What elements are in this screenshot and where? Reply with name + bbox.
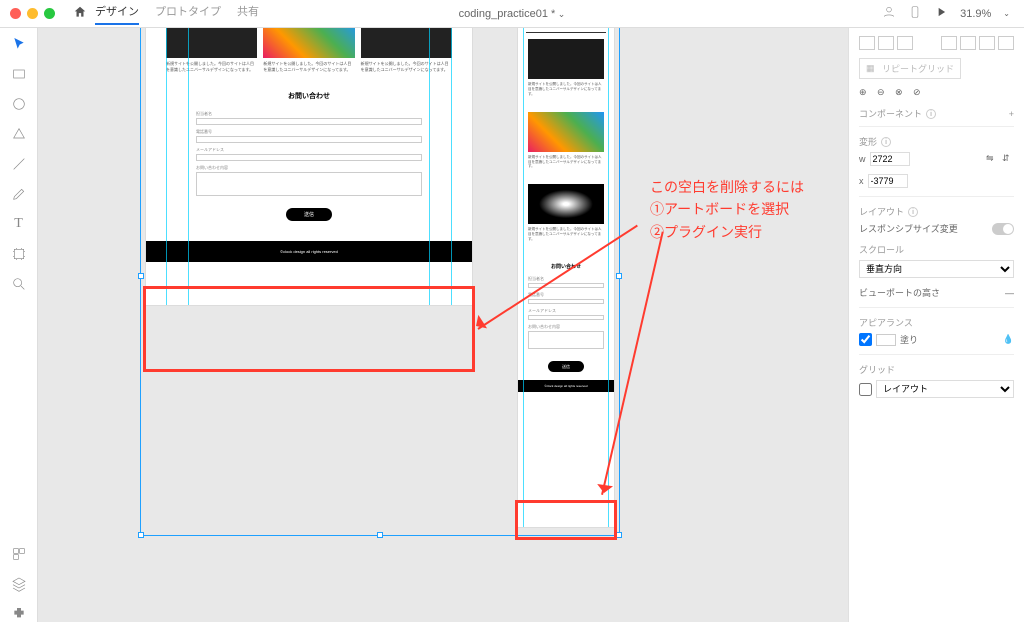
zoom-chevron-icon[interactable]: ⌄ [1003,9,1010,18]
properties-panel: ▦ リピートグリッド ⊕ ⊖ ⊗ ⊘ コンポーネントi+ 変形i w ⇋ ⇵ x… [848,28,1024,622]
info-icon[interactable]: i [908,207,918,217]
exclude-boolean-icon[interactable]: ⊘ [913,87,925,99]
repeat-grid-icon: ▦ [866,63,878,75]
maximize-window-icon[interactable] [44,8,55,19]
play-icon[interactable] [934,5,948,22]
zoom-level[interactable]: 31.9% [960,8,991,20]
info-icon[interactable]: i [926,109,936,119]
align-left-icon[interactable] [941,36,957,50]
mode-tabs: デザイン プロトタイプ 共有 [95,3,259,25]
layers-icon[interactable] [11,576,27,592]
scroll-select[interactable]: 垂直方向 [859,260,1014,278]
subtract-boolean-icon[interactable]: ⊖ [877,87,889,99]
flip-v-icon[interactable]: ⇵ [1002,153,1014,165]
width-input[interactable] [870,152,910,166]
minimize-window-icon[interactable] [27,8,38,19]
polygon-tool-icon[interactable] [11,126,27,142]
align-bottom-icon[interactable] [897,36,913,50]
responsive-label: レスポンシブサイズ変更 [859,222,958,235]
plugins-icon[interactable] [11,606,27,622]
home-icon[interactable] [73,5,87,22]
distribute-icon[interactable] [998,36,1014,50]
mobile-preview-icon[interactable] [908,5,922,22]
document-title[interactable]: coding_practice01 * [459,8,566,20]
left-toolbar: T [0,28,38,622]
rectangle-tool-icon[interactable] [11,66,27,82]
repeat-grid-button[interactable]: ▦ リピートグリッド [859,58,961,79]
fill-checkbox[interactable] [859,333,872,346]
flip-h-icon[interactable]: ⇋ [986,153,998,165]
align-center-icon[interactable] [960,36,976,50]
grid-checkbox[interactable] [859,383,872,396]
ellipse-tool-icon[interactable] [11,96,27,112]
annotation-box-desktop-blank [143,286,475,372]
text-tool-icon[interactable]: T [11,216,27,232]
fill-swatch[interactable] [876,334,896,346]
align-right-icon[interactable] [979,36,995,50]
add-component-icon[interactable]: + [1009,109,1014,119]
annotation-box-mobile-blank [515,500,617,540]
x-input[interactable] [868,174,908,188]
pen-tool-icon[interactable] [11,186,27,202]
title-bar: デザイン プロトタイプ 共有 coding_practice01 * 31.9%… [0,0,1024,28]
intersect-boolean-icon[interactable]: ⊗ [895,87,907,99]
add-boolean-icon[interactable]: ⊕ [859,87,871,99]
align-middle-icon[interactable] [878,36,894,50]
info-icon[interactable]: i [881,137,891,147]
zoom-tool-icon[interactable] [11,276,27,292]
canvas[interactable]: 新規サイトを公開しました。今回のサイトは人目を意識したユニバーサルデザインになっ… [38,28,848,622]
artboard-tool-icon[interactable] [11,246,27,262]
close-window-icon[interactable] [10,8,21,19]
tab-prototype[interactable]: プロトタイプ [155,3,221,25]
responsive-toggle[interactable] [992,223,1014,235]
tab-share[interactable]: 共有 [237,3,259,25]
avatar-icon[interactable] [882,5,896,22]
line-tool-icon[interactable] [11,156,27,172]
traffic-lights [0,8,65,19]
tab-design[interactable]: デザイン [95,3,139,25]
select-tool-icon[interactable] [11,36,27,52]
grid-select[interactable]: レイアウト [876,380,1014,398]
align-top-icon[interactable] [859,36,875,50]
assets-icon[interactable] [11,546,27,562]
eyedropper-icon[interactable]: 💧 [1003,334,1014,345]
annotation-text: この空白を削除するには ①アートボードを選択 ②プラグイン実行 [650,176,804,243]
